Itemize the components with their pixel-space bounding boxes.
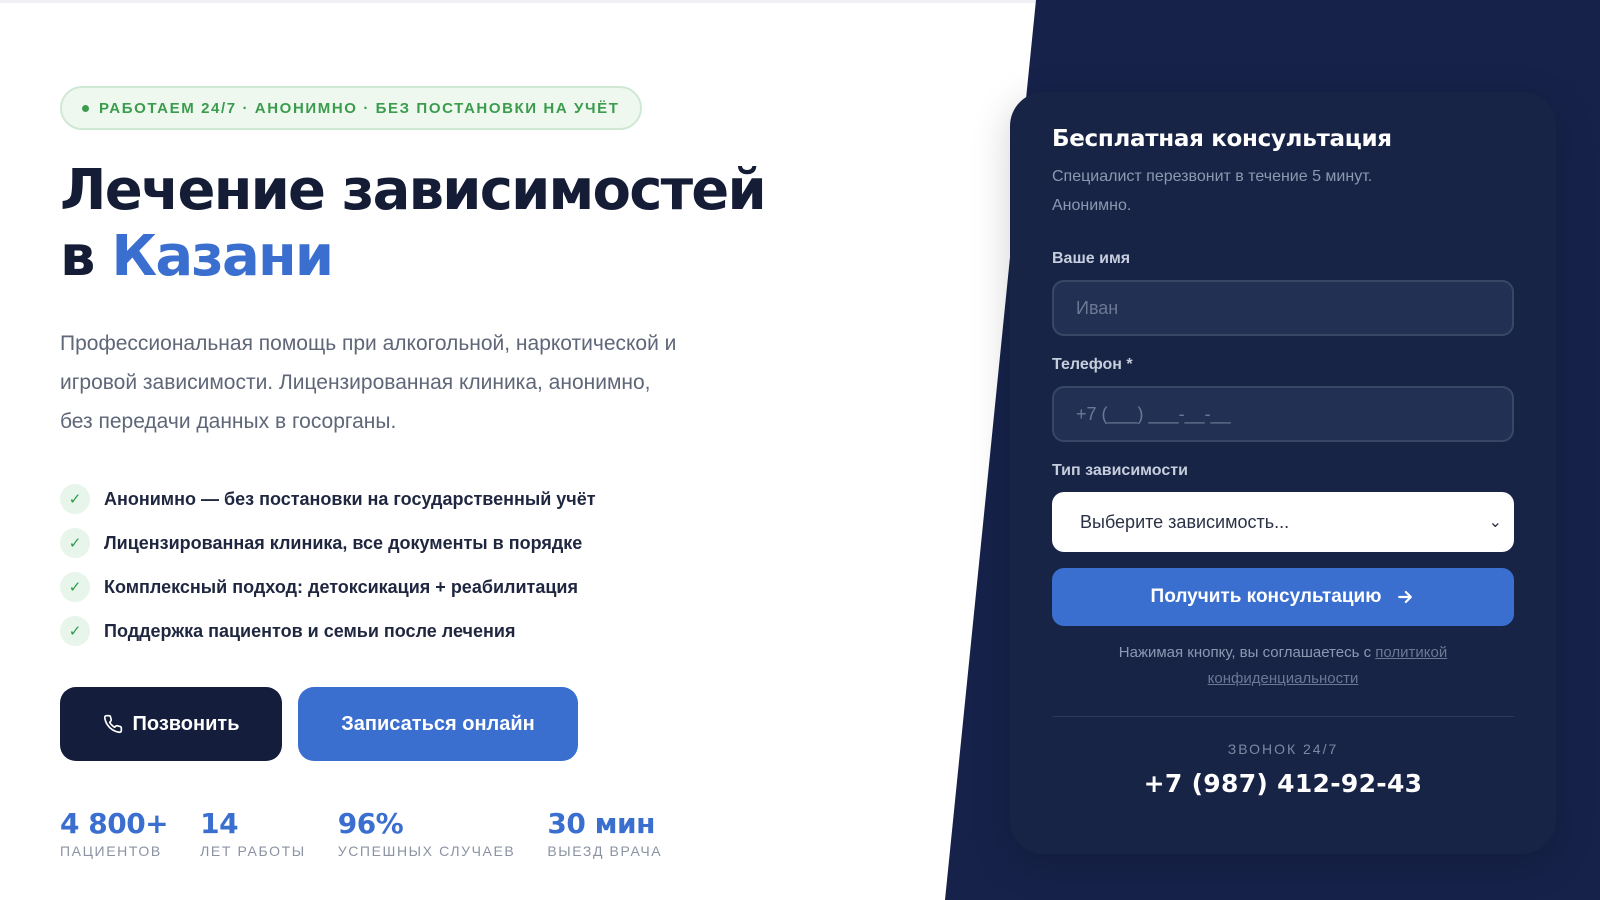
book-online-button[interactable]: Записаться онлайн — [298, 687, 578, 761]
phone-icon — [103, 714, 122, 734]
call-button[interactable]: Позвонить — [60, 687, 282, 761]
form-subtitle: Специалист перезвонит в течение 5 минут.… — [1052, 168, 1373, 214]
hero-section: РАБОТАЕМ 24/7 · АНОНИМНО · БЕЗ ПОСТАНОВК… — [60, 86, 960, 859]
name-label: Ваше имя — [1052, 250, 1131, 267]
feature-text: Лицензированная клиника, все документы в… — [104, 532, 583, 553]
feature-item: ✓ Поддержка пациентов и семьи после лечен… — [60, 609, 960, 653]
stat-value: 14 — [200, 807, 239, 840]
phone-number-link[interactable]: +7 (987) 412-92-43 — [1052, 769, 1514, 798]
call-button-label: Позвонить — [132, 712, 240, 735]
features-list: ✓ Анонимно — без постановки на государств… — [60, 477, 960, 653]
terms-note: Нажимая кнопку, вы соглашаетесь с полити… — [1052, 640, 1514, 692]
submit-label: Получить консультацию — [1150, 586, 1382, 607]
stat-success: 96% УСПЕШНЫХ СЛУЧАЕВ — [338, 807, 516, 859]
terms-text: Нажимая кнопку, вы соглашаетесь с — [1118, 644, 1376, 661]
title-line1: Лечение зависимостей — [60, 158, 767, 223]
stat-label: ПАЦИЕНТОВ — [60, 843, 162, 859]
stat-label: ЛЕТ РАБОТЫ — [200, 843, 306, 859]
badge-text: РАБОТАЕМ 24/7 · АНОНИМНО · БЕЗ ПОСТАНОВК… — [99, 99, 620, 117]
title-prefix: в — [60, 224, 112, 289]
stat-value: 96% — [337, 807, 404, 840]
chevron-down-icon: ⌄ — [1488, 514, 1502, 531]
feature-item: ✓ Лицензированная клиника, все документы … — [60, 521, 960, 565]
select-value: Выберите зависимость... — [1080, 511, 1290, 532]
get-consultation-button[interactable]: Получить консультацию — [1052, 568, 1514, 626]
arrow-right-icon — [1398, 590, 1413, 604]
cta-buttons: Позвонить Записаться онлайн — [60, 687, 960, 761]
check-icon: ✓ — [60, 528, 90, 558]
addiction-type-select[interactable]: Выберите зависимость... ⌄ — [1052, 492, 1514, 552]
call-24-7-label: ЗВОНОК 24/7 — [1227, 741, 1339, 757]
feature-item: ✓ Комплексный подход: детоксикация + реаб… — [60, 565, 960, 609]
check-icon: ✓ — [60, 572, 90, 602]
check-icon: ✓ — [60, 484, 90, 514]
check-icon: ✓ — [60, 616, 90, 646]
hero-description: Профессиональная помощь при алкогольной,… — [60, 332, 677, 433]
title-city: Казани — [111, 224, 334, 289]
page-title: Лечение зависимостей в Казани — [60, 158, 960, 290]
feature-text: Комплексный подход: детоксикация + реаби… — [104, 576, 578, 597]
phone-label: Телефон * — [1052, 356, 1133, 373]
stat-label: ВЫЕЗД ВРАЧА — [547, 843, 663, 859]
stats-row: 4 800+ ПАЦИЕНТОВ 14 ЛЕТ РАБОТЫ 96% УСПЕШ… — [60, 807, 960, 859]
availability-badge: РАБОТАЕМ 24/7 · АНОНИМНО · БЕЗ ПОСТАНОВК… — [60, 86, 642, 130]
stat-arrival: 30 мин ВЫЕЗД ВРАЧА — [547, 807, 662, 859]
stat-label: УСПЕШНЫХ СЛУЧАЕВ — [337, 843, 516, 859]
stat-value: 4 800+ — [60, 807, 169, 840]
stat-value: 30 мин — [547, 807, 655, 840]
feature-text: Поддержка пациентов и семьи после лечени… — [104, 620, 516, 641]
divider — [1052, 716, 1514, 717]
feature-text: Анонимно — без постановки на государстве… — [104, 488, 596, 509]
name-input[interactable] — [1052, 280, 1514, 336]
dot-icon — [82, 104, 89, 112]
consultation-form-card: Бесплатная консультация Специалист перез… — [1010, 92, 1556, 854]
feature-item: ✓ Анонимно — без постановки на государств… — [60, 477, 960, 521]
phone-input[interactable] — [1052, 386, 1514, 442]
addiction-type-label: Тип зависимости — [1052, 462, 1188, 479]
form-title: Бесплатная консультация — [1052, 126, 1392, 152]
stat-patients: 4 800+ ПАЦИЕНТОВ — [60, 807, 169, 859]
stat-years: 14 ЛЕТ РАБОТЫ — [200, 807, 306, 859]
